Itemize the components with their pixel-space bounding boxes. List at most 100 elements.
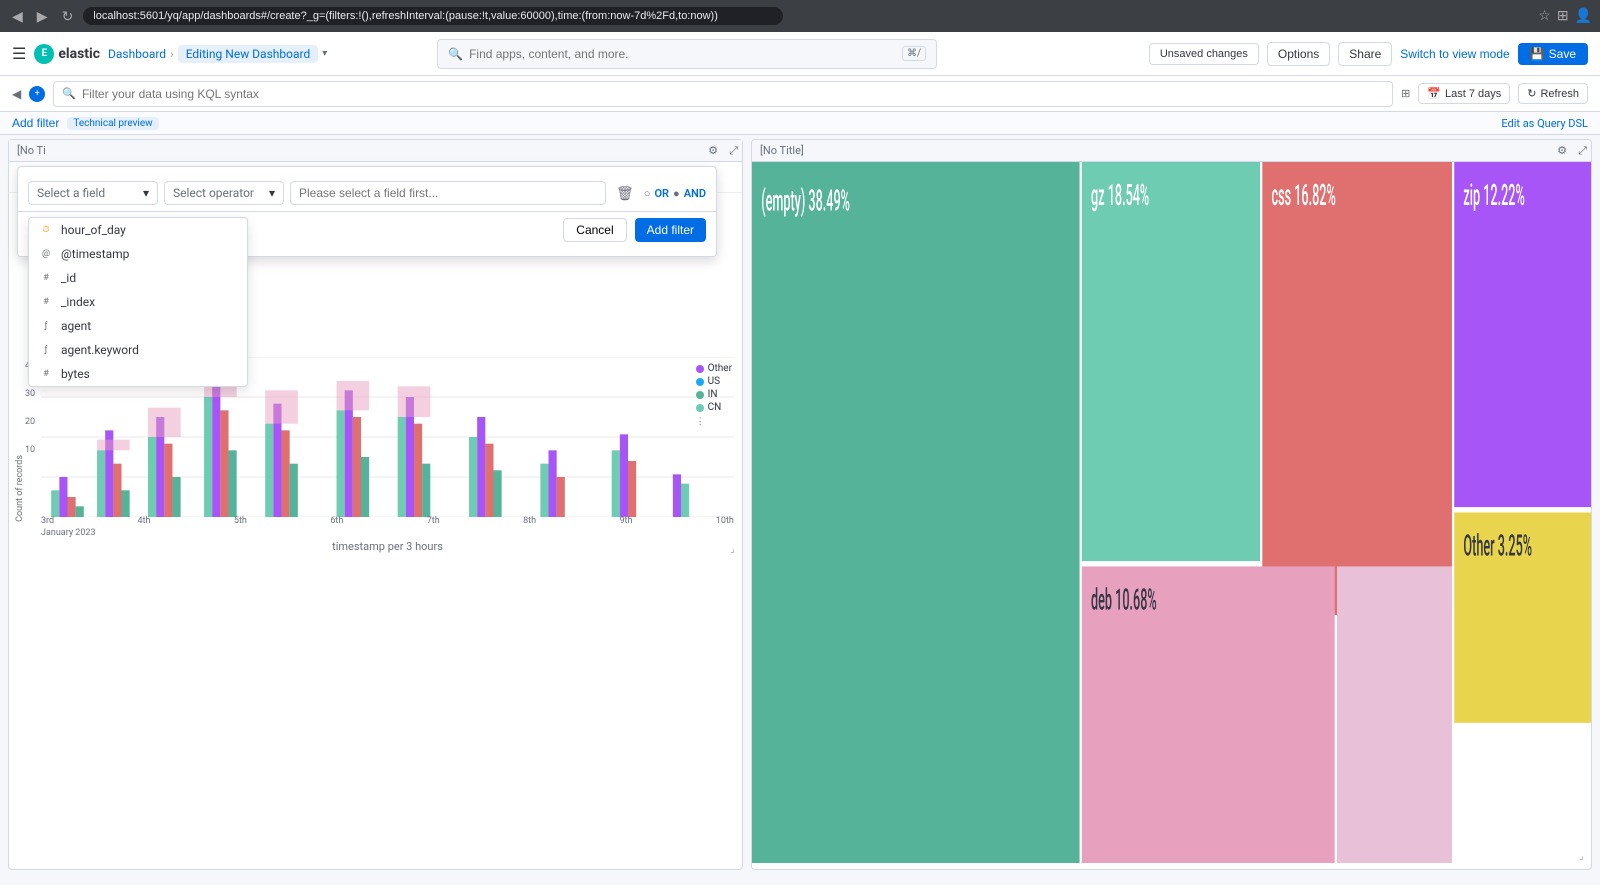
field-name-bytes: bytes [61,367,90,381]
treemap-cell-zip[interactable] [1454,162,1591,507]
panel-gear-icon[interactable]: ⚙ [708,144,718,157]
field-item-agent-keyword[interactable]: ƒ agent.keyword [29,338,247,362]
treemap-cell-css[interactable] [1262,162,1452,615]
field-item-hour-of-day[interactable]: ⏱ hour_of_day [29,218,247,242]
treemap-cell-empty[interactable] [752,162,1080,863]
breadcrumb-dashboard[interactable]: Dashboard [108,47,166,61]
elastic-logo-icon: E [34,44,54,64]
field-select[interactable]: Select a field ▾ [28,181,158,205]
filter-bar: ◀ + 🔍 ⊞ 📅 Last 7 days ↻ Refresh [0,76,1600,112]
legend-in: IN [696,389,732,400]
date-range-label: Last 7 days [1445,88,1501,100]
right-panel-resize-handle[interactable]: ⌟ [1579,851,1591,863]
hamburger-menu[interactable]: ☰ [12,44,26,63]
nav-search[interactable]: 🔍 ⌘/ [437,39,937,69]
field-item-agent[interactable]: ƒ agent [29,314,247,338]
field-name-agent: agent [61,319,91,333]
legend-dot-us [696,378,704,386]
legend-more-icon[interactable]: ⋮ [696,417,732,427]
edit-query-dsl-link[interactable]: Edit as Query DSL [1501,117,1588,130]
kql-filter-input[interactable] [82,87,1384,101]
star-icon[interactable]: ☆ [1538,8,1551,24]
add-filter-submit-button[interactable]: Add filter [635,218,706,242]
hash-icon-id: # [39,273,53,283]
legend-label-other: Other [708,363,732,374]
switch-to-view-button[interactable]: Switch to view mode [1400,47,1509,61]
save-label: Save [1549,47,1576,61]
field-name-hour-of-day: hour_of_day [61,223,126,237]
legend-dot-in [696,391,704,399]
x-tick-4th: 4th [138,516,151,526]
str-icon-agent: ƒ [39,321,53,331]
panel-expand-icon[interactable]: ⤢ [729,144,738,158]
x-axis-labels: 3rd 4th 5th 6th 7th 8th 9th 10th [41,516,734,526]
columns-icon[interactable]: ⊞ [1401,87,1410,100]
field-item-bytes[interactable]: # bytes [29,362,247,386]
breadcrumb-separator: › [170,47,174,61]
share-button[interactable]: Share [1338,42,1392,66]
search-icon: 🔍 [62,87,76,100]
field-select-placeholder: Select a field [37,186,105,200]
browser-back-btn[interactable]: ◀ [8,6,27,27]
x-tick-10th: 10th [716,516,734,526]
browser-forward-btn[interactable]: ▶ [33,6,52,27]
x-tick-3rd: 3rd [41,516,54,526]
legend-label-cn: CN [708,402,722,413]
date-range-button[interactable]: 📅 Last 7 days [1418,83,1510,104]
left-panel: [No Ti ⚙ ⤢ Cust Ad Select a field ▾ Sele… [8,139,743,870]
field-select-arrow: ▾ [143,186,149,200]
operator-select-arrow: ▾ [269,186,275,200]
or-label[interactable]: OR [654,187,669,200]
filter-dot[interactable]: + [29,86,45,102]
technical-preview-badge: Technical preview [67,117,158,130]
refresh-icon: ↻ [1527,87,1536,100]
svg-text:gz 18.54%: gz 18.54% [1091,178,1149,213]
y-axis-label: Count of records [15,455,25,522]
browser-reload-btn[interactable]: ↻ [58,6,78,27]
field-item-id[interactable]: # _id [29,266,247,290]
treemap-container: (empty) 38.49% gz 18.54% css 16.82% zip … [752,162,1591,863]
add-filter-row: Add filter Technical preview Edit as Que… [0,112,1600,135]
kql-filter-input-container[interactable]: 🔍 [53,81,1393,107]
str-icon-agent-keyword: ƒ [39,345,53,355]
add-filter-button[interactable]: Add filter [12,116,59,130]
right-panel-gear-icon[interactable]: ⚙ [1557,144,1567,157]
treemap-cell-gz[interactable] [1082,162,1260,561]
field-name-agent-keyword: agent.keyword [61,343,139,357]
x-tick-7th: 7th [427,516,440,526]
save-button[interactable]: 💾 Save [1518,43,1588,65]
browser-url-input[interactable] [83,7,783,25]
filter-collapse-icon[interactable]: ◀ [12,87,21,101]
extensions-icon[interactable]: ⊞ [1557,8,1569,24]
filter-delete-btn[interactable]: 🗑 [612,183,638,204]
field-dropdown: ⏱ hour_of_day @ @timestamp # _id # _inde… [28,217,248,387]
operator-select-placeholder: Select operator [173,186,254,200]
field-item-index[interactable]: # _index [29,290,247,314]
elastic-logo: E elastic [34,44,100,64]
breadcrumb-dropdown-arrow[interactable]: ▾ [322,48,327,59]
right-panel-expand-icon[interactable]: ⤢ [1578,144,1587,158]
cancel-filter-button[interactable]: Cancel [563,218,626,242]
options-button[interactable]: Options [1267,42,1330,66]
elastic-app-name: elastic [58,46,100,62]
refresh-button[interactable]: ↻ Refresh [1518,83,1588,104]
and-label[interactable]: AND [684,187,706,200]
right-panel: [No Title] ⚙ ⤢ (empty) 38.49% gz 18.54% … [751,139,1592,870]
nav-actions: Unsaved changes Options Share Switch to … [1149,42,1588,66]
chart-legend: Other US IN CN ⋮ [696,363,732,427]
filter-overlay: Select a field ▾ Select operator ▾ 🗑 ○ O… [17,166,717,257]
unsaved-changes-button[interactable]: Unsaved changes [1149,43,1259,65]
field-name-index: _index [61,295,95,309]
profile-icon[interactable]: 👤 [1575,8,1592,24]
legend-us: US [696,376,732,387]
field-item-timestamp[interactable]: @ @timestamp [29,242,247,266]
nav-search-input[interactable] [469,47,896,61]
x-tick-6th: 6th [330,516,343,526]
filter-logic: ○ OR ● AND [644,187,706,200]
date-sub-label: January 2023 [41,528,734,538]
refresh-label: Refresh [1540,88,1579,100]
filter-value-input[interactable] [290,181,606,205]
legend-label-us: US [708,376,720,387]
resize-handle[interactable]: ⌟ [730,545,742,557]
operator-select[interactable]: Select operator ▾ [164,181,284,205]
